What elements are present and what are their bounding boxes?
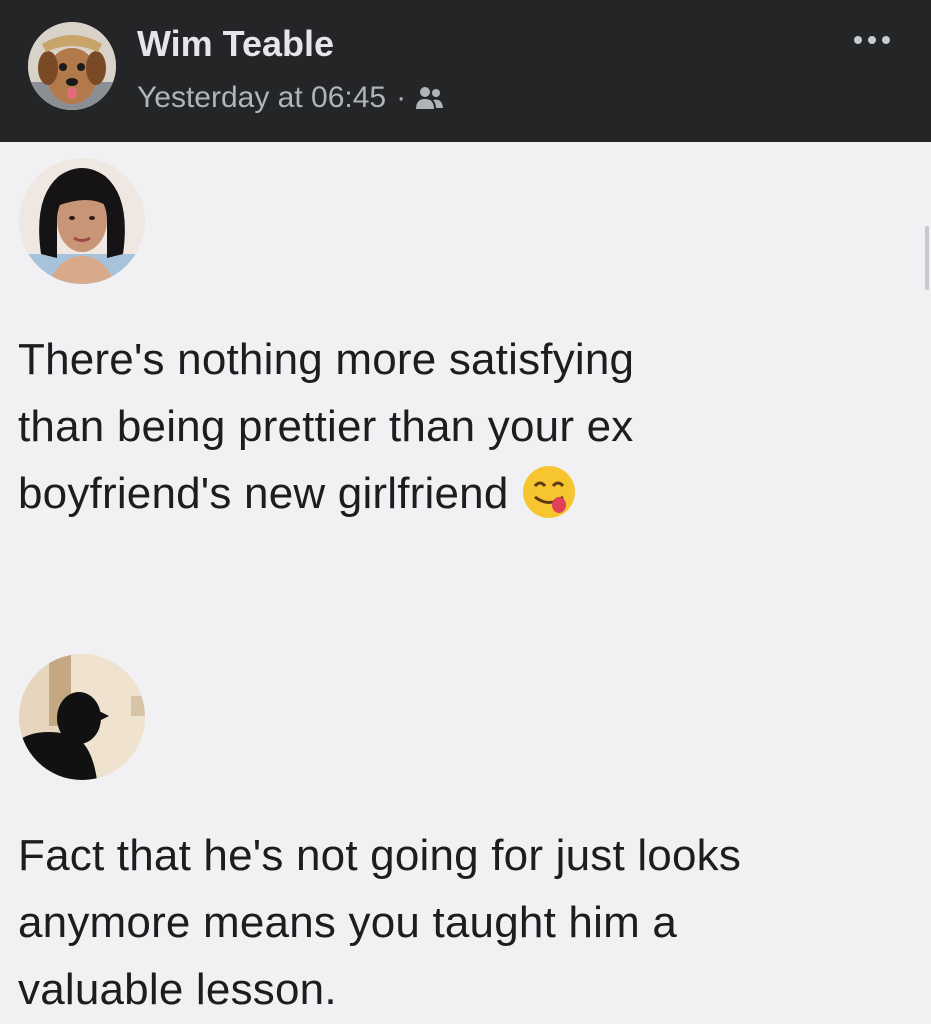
comment-text-2: Fact that he's not going for just looks … — [18, 822, 923, 1023]
author-avatar[interactable] — [28, 22, 116, 110]
friends-icon[interactable] — [414, 85, 444, 111]
meta-separator: · — [396, 81, 407, 114]
woman-portrait-avatar — [19, 158, 145, 284]
comment-avatar-1 — [19, 158, 145, 284]
comment-avatar-2 — [19, 654, 145, 780]
author-name[interactable]: Wim Teable — [137, 22, 334, 66]
comment-line: boyfriend's new girlfriend — [18, 469, 509, 518]
more-options-button[interactable] — [846, 22, 898, 58]
post-header: Wim Teable Yesterday at 06:45 · — [0, 0, 931, 142]
post-meta: Yesterday at 06:45 · — [137, 76, 444, 120]
scroll-indicator[interactable] — [925, 226, 929, 290]
comment-text-1: There's nothing more satisfying than bei… — [18, 326, 923, 527]
dog-avatar-icon — [28, 22, 116, 110]
silhouette-avatar — [19, 654, 145, 780]
comment-line: anymore means you taught him a — [18, 898, 678, 947]
comment-line-with-emoji: boyfriend's new girlfriend — [18, 460, 923, 527]
comment-line: than being prettier than your ex — [18, 402, 634, 451]
face-savoring-food-emoji — [522, 466, 575, 518]
more-options-icon — [854, 36, 890, 44]
post-timestamp[interactable]: Yesterday at 06:45 — [137, 81, 386, 115]
comment-line: There's nothing more satisfying — [18, 335, 635, 384]
comment-line: valuable lesson. — [18, 965, 337, 1014]
comment-line: Fact that he's not going for just looks — [18, 831, 742, 880]
